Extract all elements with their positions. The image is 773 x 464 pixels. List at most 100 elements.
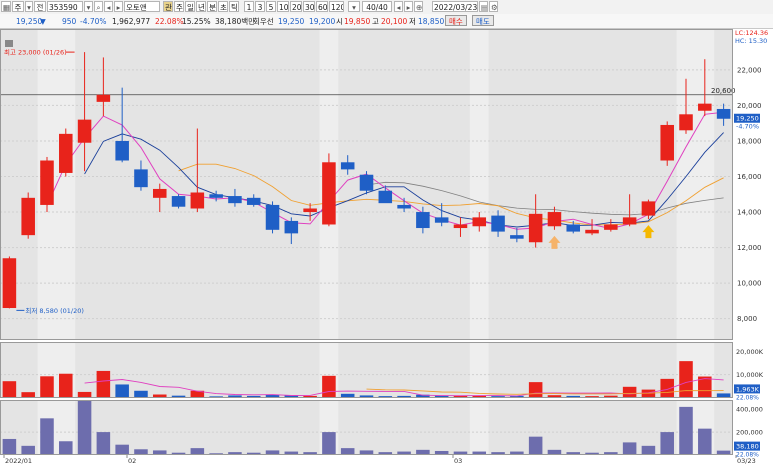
tag-1[interactable]: 주: [174, 1, 184, 12]
candle-body: [265, 204, 280, 230]
candle-body: [228, 196, 242, 204]
candle-body: [698, 103, 712, 111]
tag-2[interactable]: 일: [185, 1, 195, 12]
menu-icon[interactable]: ▦: [1, 1, 11, 12]
volume-bar: [40, 376, 54, 398]
price-tick-label: 20,000: [737, 102, 762, 110]
turnover-rate: 15.25%: [182, 17, 211, 26]
volume-bar: [641, 389, 656, 398]
info-bar: 19,250 ▼ 950 -4.70% 1,962,977 22.08% 15.…: [0, 14, 773, 29]
amount-bar: [660, 432, 674, 455]
scroll-left-icon[interactable]: ◂: [394, 1, 403, 12]
high-label: 고: [372, 17, 379, 26]
candle-body: [209, 194, 223, 198]
tag-6[interactable]: 틱: [229, 1, 239, 12]
price-tick-label: 16,000: [737, 173, 762, 181]
right-label: 회우선: [253, 17, 274, 26]
mode-select-1[interactable]: 주: [12, 1, 24, 12]
candle-body: [152, 188, 167, 198]
candle-body: [59, 133, 73, 173]
x-tick-label: 03: [454, 457, 462, 464]
candle-body: [716, 108, 731, 119]
price-tick-label: 10,000: [737, 280, 762, 288]
candle-body: [660, 124, 674, 161]
chart-settings-icon: [5, 40, 13, 47]
open-label: 시: [336, 17, 343, 26]
interval-20[interactable]: 20: [290, 1, 302, 12]
tag-4[interactable]: 분: [207, 1, 217, 12]
prev-price-2: 19,200: [309, 17, 336, 26]
chevron-down-icon[interactable]: ▾: [84, 1, 93, 12]
zoom-icon[interactable]: ⊕: [414, 1, 423, 12]
current-price: 19,250: [16, 17, 43, 26]
candle-body: [528, 213, 543, 243]
mode-select-2[interactable]: 전: [34, 1, 46, 12]
gear-icon[interactable]: ⚙: [489, 1, 498, 12]
candle-body: [2, 258, 17, 309]
interval-1[interactable]: 1: [244, 1, 254, 12]
amount-bar: [21, 445, 35, 455]
interval-60[interactable]: 60: [316, 1, 328, 12]
amount-tick-label: 200,000: [736, 429, 763, 437]
buy-button[interactable]: 매수: [445, 15, 467, 26]
candle-body: [453, 224, 468, 229]
volume-bar: [134, 390, 148, 398]
candle-body: [679, 114, 693, 131]
volume-bar: [2, 381, 17, 398]
highlight-band: [676, 29, 715, 340]
candle-body: [340, 162, 355, 170]
interval-3[interactable]: 3: [255, 1, 265, 12]
prev-price: 19,250: [278, 17, 305, 26]
low-price: 18,850: [418, 17, 445, 26]
candle-count[interactable]: 40/40: [362, 1, 392, 12]
volume-bar: [528, 382, 543, 398]
amount-tag-label: 38,180: [736, 443, 759, 451]
volume-tag-label: 1,963K: [736, 385, 760, 393]
chevron-down-icon[interactable]: ▾: [348, 1, 360, 12]
amount-bar: [698, 428, 712, 455]
stock-name: 오토앤: [124, 1, 160, 12]
stock-code-input[interactable]: 353590: [47, 1, 83, 12]
candle-body: [416, 212, 430, 229]
interval-10[interactable]: 10: [277, 1, 289, 12]
candle-body: [547, 212, 562, 227]
legend-entry: LC:124.36: [735, 29, 768, 37]
interval-30[interactable]: 30: [303, 1, 315, 12]
down-triangle-icon: ▼: [40, 17, 46, 26]
scroll-right-icon[interactable]: ▸: [404, 1, 413, 12]
high-price: 20,100: [381, 17, 408, 26]
sell-button[interactable]: 매도: [472, 15, 494, 26]
low-marker-label: 최저 8,580 (01/20): [25, 306, 84, 315]
legend-entry: HC: 15.30: [735, 37, 767, 45]
interval-120[interactable]: 120: [329, 1, 344, 12]
prev-arrow-icon[interactable]: ◂: [104, 1, 113, 12]
price-pct-label: -4.70%: [736, 123, 759, 131]
price-change: 950: [62, 17, 77, 26]
amount-bar: [40, 418, 54, 455]
volume-pct-label: 22.08%: [736, 394, 759, 401]
date-field[interactable]: 2022/03/23: [432, 1, 478, 12]
amount-bar: [340, 448, 355, 455]
amount-bar: [96, 432, 111, 455]
interval-5[interactable]: 5: [266, 1, 276, 12]
price-tick-label: 14,000: [737, 209, 762, 217]
candle-body: [585, 229, 599, 234]
calendar-icon[interactable]: ▤: [479, 1, 488, 12]
stock-chart[interactable]: 8,000 10,000 12,000 14,000 16,000 18,000 20,00…: [0, 29, 773, 464]
amount-bar: [2, 438, 17, 455]
price-tag-label: 19,250: [736, 115, 759, 123]
x-tick-label: 2022/01: [5, 457, 32, 464]
tag-0[interactable]: 관: [163, 1, 173, 12]
tag-5[interactable]: 초: [218, 1, 228, 12]
amount-bar: [115, 444, 129, 455]
candle-body: [303, 208, 317, 213]
volume-bar: [322, 375, 336, 398]
candle-body: [641, 201, 656, 216]
search-icon[interactable]: ⌕: [94, 1, 103, 12]
tag-3[interactable]: 년: [196, 1, 206, 12]
price-tick-label: 18,000: [737, 137, 762, 145]
dropdown-icon[interactable]: ▾: [25, 1, 33, 12]
amount-bar: [622, 442, 637, 455]
next-arrow-icon[interactable]: ▸: [114, 1, 123, 12]
x-tick-label: 02: [128, 457, 136, 464]
